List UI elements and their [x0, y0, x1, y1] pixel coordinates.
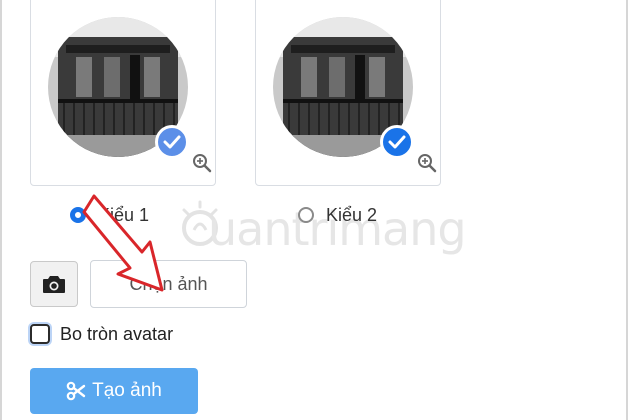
camera-button[interactable]: [30, 261, 78, 307]
style-2-radio[interactable]: [298, 207, 314, 223]
round-avatar-label: Bo tròn avatar: [60, 323, 174, 344]
zoom-in-icon[interactable]: [191, 152, 213, 174]
style-2-label: Kiểu 2: [326, 204, 378, 225]
round-avatar-option[interactable]: Bo tròn avatar: [30, 322, 173, 346]
style-option-1[interactable]: Kiểu 1: [70, 202, 149, 228]
selected-check-icon: [155, 125, 189, 159]
zoom-in-icon[interactable]: [416, 152, 438, 174]
create-image-label: Tạo ảnh: [92, 380, 162, 401]
create-image-button[interactable]: Tạo ảnh: [30, 368, 198, 414]
scissors-icon: [66, 381, 86, 401]
round-avatar-checkbox[interactable]: [30, 324, 50, 344]
frame-left-border: [0, 0, 2, 420]
style-1-radio[interactable]: [70, 207, 86, 223]
choose-image-label: Chọn ảnh: [129, 273, 208, 294]
style-card-1[interactable]: [30, 0, 216, 186]
style-option-2[interactable]: Kiểu 2: [298, 202, 377, 228]
camera-icon: [43, 276, 65, 293]
style-card-2[interactable]: [255, 0, 441, 186]
selected-check-icon: [380, 125, 414, 159]
choose-image-button[interactable]: Chọn ảnh: [90, 260, 247, 308]
style-1-label: Kiểu 1: [98, 204, 150, 225]
